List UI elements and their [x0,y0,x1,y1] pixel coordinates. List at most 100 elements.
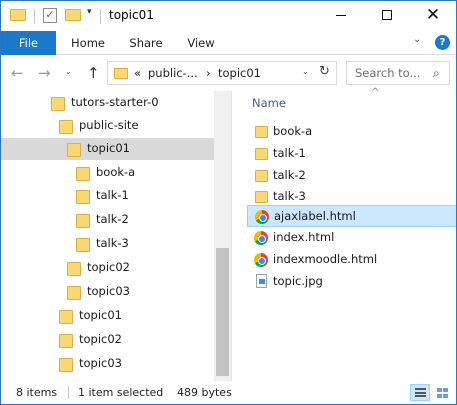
tab-file[interactable]: File [1,31,56,55]
recent-locations-chevron-icon[interactable]: ⌄ [65,67,72,76]
tree-item-talk-1[interactable]: talk-1 [1,185,214,207]
new-folder-icon[interactable] [65,9,81,21]
file-row-ajaxlabel-html[interactable]: ajaxlabel.html [247,205,456,227]
image-file-icon [256,274,267,288]
tree-item-talk-3[interactable]: talk-3 [1,233,214,255]
folder-icon [67,143,81,157]
file-row-topic-jpg[interactable]: topic.jpg [247,271,456,293]
up-arrow-icon[interactable]: ↑ [87,64,100,82]
tree-item-public-site[interactable]: public-site [1,115,214,137]
tree-item-label: topic03 [79,356,122,370]
window-title: topic01 [109,8,154,22]
search-placeholder: Search to... [355,66,421,80]
selection-size: 489 bytes [177,386,232,399]
pane-splitter[interactable] [231,91,232,381]
folder-icon [59,358,73,372]
tree-item-label: talk-2 [96,212,129,226]
tab-home[interactable]: Home [63,31,113,55]
file-row-talk-2[interactable]: talk-2 [247,165,456,187]
tree-item-topic03[interactable]: topic03 [1,353,214,375]
maximize-button[interactable] [364,1,410,31]
minimize-button[interactable] [318,1,364,31]
tree-item-topic02[interactable]: topic02 [1,329,214,351]
search-input[interactable]: Search to... ⌕ [346,61,450,85]
tree-item-topic02[interactable]: topic02 [1,257,214,279]
folder-icon [59,310,73,324]
file-name: indexmoodle.html [273,252,378,266]
tree-item-label: topic02 [79,332,122,346]
tree-item-tutors-starter-0[interactable]: tutors-starter-0 [1,92,214,114]
tree-item-label: topic01 [79,308,122,322]
address-bar[interactable]: « public-... › topic01 ⌄ ↻ [107,61,337,85]
tree-item-topic01[interactable]: topic01 [1,305,214,327]
minimize-icon [336,14,346,16]
title-bar: ✓ ▾ topic01 ✕ [1,1,456,31]
tree-item-label: public-site [79,118,139,132]
details-view-icon [415,388,426,397]
file-name: talk-3 [273,189,306,203]
tab-share[interactable]: Share [122,31,170,55]
chrome-icon [255,210,269,224]
file-name: topic.jpg [273,274,323,288]
folder-icon [67,286,81,300]
maximize-icon [382,10,392,20]
tree-item-label: talk-3 [96,236,129,250]
folder-icon [59,334,73,348]
file-name: index.html [273,230,335,244]
back-arrow-icon[interactable]: ← [11,64,24,82]
address-segment-public-site[interactable]: public-... [148,66,198,80]
customize-toolbar-dropdown-icon[interactable]: ▾ [87,7,92,17]
file-name: book-a [273,124,313,138]
tab-view[interactable]: View [179,31,223,55]
tree-item-label: topic01 [87,141,130,155]
tree-item-topic01[interactable]: topic01 [1,138,214,160]
tree-item-topic03[interactable]: topic03 [1,281,214,303]
expand-ribbon-chevron-icon[interactable]: ⌄ [413,34,421,45]
address-segment-topic01[interactable]: topic01 [218,66,261,80]
tree-item-label: talk-1 [96,188,129,202]
folder-icon [255,170,268,182]
navigation-pane: tutors-starter-0 public-site topic01 boo… [1,91,231,381]
folder-app-icon [10,9,26,21]
address-overflow[interactable]: « [134,66,141,80]
scrollbar-thumb[interactable] [216,248,229,376]
status-divider [68,386,69,399]
address-folder-icon [114,68,128,79]
folder-icon [76,238,90,252]
address-dropdown-icon[interactable]: ⌄ [302,67,309,76]
tree-item-talk-2[interactable]: talk-2 [1,209,214,231]
properties-check-icon[interactable]: ✓ [43,8,57,23]
ribbon-tab-bar: File Home Share View ⌄ ? [1,31,456,55]
folder-icon [255,148,268,160]
forward-arrow-icon[interactable]: → [38,64,51,82]
file-row-talk-1[interactable]: talk-1 [247,143,456,165]
folder-icon [51,97,65,111]
details-view-button[interactable] [410,384,430,401]
item-count: 8 items [16,386,58,399]
file-row-book-a[interactable]: book-a [247,121,456,143]
refresh-icon[interactable]: ↻ [319,64,330,79]
search-icon: ⌕ [433,66,440,80]
tree-item-book-a[interactable]: book-a [1,162,214,184]
file-row-indexmoodle-html[interactable]: indexmoodle.html [247,249,456,271]
navigation-bar: ← → ⌄ ↑ « public-... › topic01 ⌄ ↻ Searc… [1,56,456,91]
folder-icon [76,167,90,181]
address-separator-icon[interactable]: › [206,66,211,80]
file-name: ajaxlabel.html [274,209,356,223]
close-button[interactable]: ✕ [410,1,456,31]
folder-icon [255,126,268,138]
folder-icon [76,190,90,204]
navigation-pane-scrollbar[interactable] [214,91,231,381]
title-divider [100,9,101,24]
folder-icon [255,191,268,203]
file-name: talk-1 [273,146,306,160]
tree-item-label: tutors-starter-0 [71,95,159,109]
file-row-index-html[interactable]: index.html [247,227,456,249]
file-name: talk-2 [273,168,306,182]
chrome-icon [254,231,268,245]
large-icons-view-button[interactable] [432,384,452,401]
help-icon[interactable]: ? [435,35,450,50]
column-header-name[interactable]: Name [252,96,286,110]
folder-icon [67,262,81,276]
explorer-window: ✓ ▾ topic01 ✕ File Home Share View ⌄ ? ←… [0,0,457,405]
